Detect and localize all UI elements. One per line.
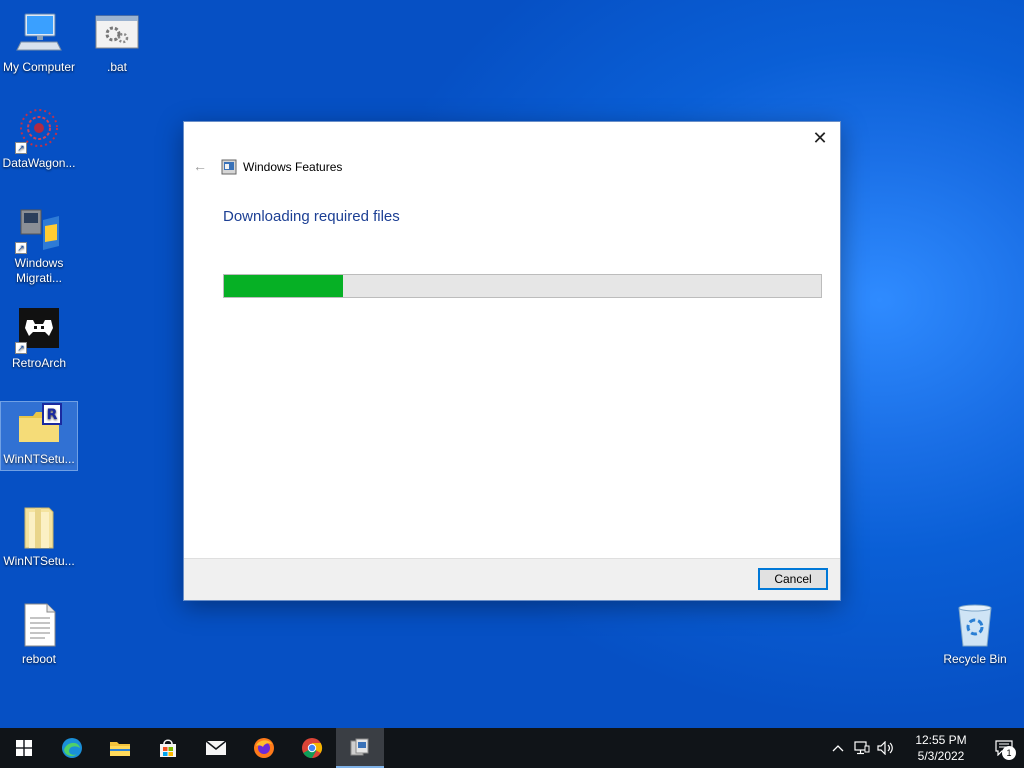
taskbar-windows-features[interactable] <box>336 728 384 768</box>
folder-icon <box>15 504 63 552</box>
network-icon[interactable] <box>850 728 874 768</box>
dialog-footer: Cancel <box>184 558 840 600</box>
taskbar-microsoft-store[interactable] <box>144 728 192 768</box>
desktop-icon-label: Windows Migrati... <box>14 256 64 285</box>
recycle-bin-icon <box>951 602 999 650</box>
text-file-icon <box>15 602 63 650</box>
desktop-icon-label: Recycle Bin <box>943 652 1007 666</box>
show-hidden-icons-chevron-icon[interactable] <box>826 728 850 768</box>
desktop-icon-datawagon[interactable]: ↗ DataWagon... <box>1 106 77 171</box>
desktop-icon-label: WinNTSetu... <box>3 452 75 466</box>
desktop-icon-my-computer[interactable]: My Computer <box>1 10 77 75</box>
taskbar: 12:55 PM 5/3/2022 1 <box>0 728 1024 768</box>
windows-features-icon <box>350 738 369 756</box>
start-button[interactable] <box>0 728 48 768</box>
clock-time: 12:55 PM <box>915 733 967 747</box>
cancel-button[interactable]: Cancel <box>758 568 828 590</box>
desktop-icon-label: .bat <box>106 60 127 74</box>
back-arrow-icon[interactable]: ← <box>192 158 208 174</box>
shortcut-arrow-icon: ↗ <box>15 342 27 354</box>
progress-fill <box>224 275 344 297</box>
taskbar-chrome[interactable] <box>288 728 336 768</box>
shortcut-arrow-icon: ↗ <box>15 242 27 254</box>
desktop-icon-retroarch[interactable]: ↗ RetroArch <box>1 306 77 371</box>
computer-icon <box>15 10 63 58</box>
svg-text:R: R <box>47 407 58 423</box>
windows-features-icon <box>221 159 237 175</box>
datawagon-icon: ↗ <box>15 106 63 154</box>
taskbar-mail[interactable] <box>192 728 240 768</box>
batch-file-icon <box>93 10 141 58</box>
desktop-icon-winntsetup-selected[interactable]: R WinNTSetu... <box>0 401 78 471</box>
close-icon[interactable]: ✕ <box>810 128 830 148</box>
mail-icon <box>205 740 227 755</box>
notification-count-badge: 1 <box>1002 746 1016 760</box>
taskbar-firefox[interactable] <box>240 728 288 768</box>
dialog-heading: Downloading required files <box>223 208 400 225</box>
desktop-icon-label: My Computer <box>2 60 76 74</box>
desktop-icon-label: RetroArch <box>11 356 67 370</box>
dialog-title-bar: Windows Features <box>221 159 342 175</box>
volume-icon[interactable] <box>874 728 898 768</box>
microsoft-store-icon <box>160 739 176 757</box>
clock-date: 5/3/2022 <box>917 749 965 763</box>
firefox-icon <box>254 738 274 758</box>
taskbar-clock[interactable]: 12:55 PM 5/3/2022 <box>904 732 978 764</box>
desktop-icon-winntsetup-folder[interactable]: WinNTSetu... <box>1 504 77 569</box>
desktop-icon-windows-migration[interactable]: ↗ Windows Migrati... <box>1 206 77 286</box>
dialog-title: Windows Features <box>243 160 343 174</box>
download-progress-bar <box>223 274 822 298</box>
taskbar-edge[interactable] <box>48 728 96 768</box>
file-explorer-icon <box>110 742 130 756</box>
action-center-button[interactable]: 1 <box>984 728 1024 768</box>
system-tray: 12:55 PM 5/3/2022 1 <box>826 728 1024 768</box>
chrome-icon <box>302 738 323 759</box>
desktop-icon-label: DataWagon... <box>2 156 76 170</box>
shortcut-arrow-icon: ↗ <box>15 142 27 154</box>
winntsetup-folder-icon: R <box>15 402 63 450</box>
edge-icon <box>62 738 82 758</box>
taskbar-file-explorer[interactable] <box>96 728 144 768</box>
retroarch-icon: ↗ <box>15 306 63 354</box>
desktop-icon-label: reboot <box>21 652 57 666</box>
windows-features-dialog: ✕ ← Windows Features Downloading require… <box>183 121 841 601</box>
desktop-icon-bat[interactable]: .bat <box>79 10 155 75</box>
desktop-icon-recycle-bin[interactable]: Recycle Bin <box>937 602 1013 667</box>
desktop-icon-label: WinNTSetu... <box>3 554 75 568</box>
windows-start-icon <box>16 740 32 756</box>
desktop-icon-reboot[interactable]: reboot <box>1 602 77 667</box>
windows-migration-icon: ↗ <box>15 206 63 254</box>
